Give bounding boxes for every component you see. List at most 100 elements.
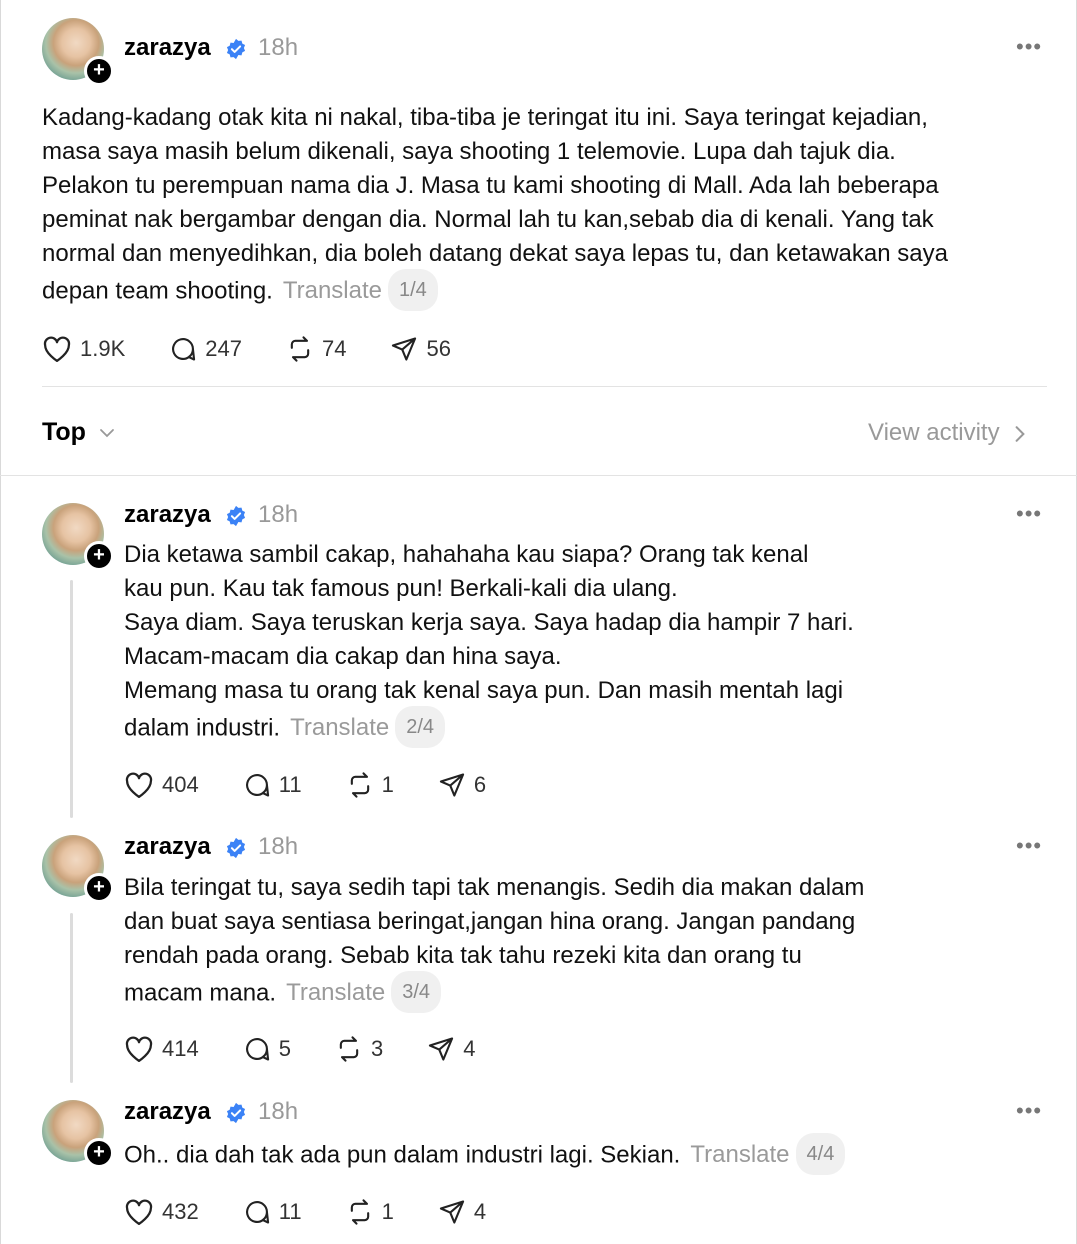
thread-line: [70, 580, 73, 818]
thread-page-badge: 1/4: [388, 269, 438, 311]
follow-plus-icon[interactable]: +: [84, 1138, 114, 1168]
reply-actions: 404 11 1 6: [124, 767, 530, 803]
repost-count: 1: [381, 772, 394, 797]
repost-icon: [350, 1199, 369, 1225]
post-time: 18h: [258, 833, 299, 860]
username[interactable]: zarazya: [124, 833, 211, 861]
reply-line: macam mana.: [124, 979, 277, 1007]
username[interactable]: zarazya: [124, 34, 211, 62]
repost-icon: [339, 1036, 359, 1062]
thread-page-badge: 4/4: [795, 1133, 846, 1175]
avatar[interactable]: +: [42, 835, 114, 903]
post-time: 18h: [258, 34, 299, 61]
thread-page-badge: 2/4: [395, 706, 446, 748]
reply-line: Saya diam. Saya teruskan kerja saya. Say…: [124, 609, 854, 636]
reply-line: Memang masa tu orang tak kenal saya pun.…: [124, 677, 844, 704]
heart-icon: [125, 1199, 153, 1225]
translate-link[interactable]: Translate: [286, 979, 385, 1006]
reply-line: dalam industri.: [124, 714, 281, 742]
repost-icon: [350, 772, 369, 798]
divider: [42, 386, 1047, 387]
view-activity-label: View activity: [868, 419, 1000, 446]
heart-icon: [125, 1036, 153, 1062]
reply-actions: 414 5 3 4: [124, 1031, 519, 1067]
more-dots-icon[interactable]: •••: [1016, 833, 1042, 859]
follow-plus-icon[interactable]: +: [84, 873, 114, 903]
like-button[interactable]: 404: [124, 771, 199, 799]
reply-line: Macam-macam dia cakap dan hina saya.: [124, 643, 562, 670]
reply-line: Bila teringat tu, saya sedih tapi tak me…: [124, 874, 865, 901]
share-button[interactable]: 4: [438, 1198, 486, 1226]
left-border: [0, 0, 1, 1244]
thread-page-badge: 3/4: [391, 971, 442, 1013]
share-button[interactable]: 56: [390, 335, 451, 363]
translate-link[interactable]: Translate: [290, 714, 389, 741]
reply-button[interactable]: 5: [243, 1035, 291, 1063]
comment-icon: [245, 774, 269, 797]
share-count: 4: [463, 1036, 476, 1061]
reply-button[interactable]: 247: [169, 335, 242, 363]
comment-icon: [172, 338, 196, 361]
share-count: 6: [473, 772, 487, 797]
repost-button[interactable]: 1: [346, 771, 394, 799]
share-button[interactable]: 4: [427, 1035, 475, 1063]
comment-icon: [245, 1038, 269, 1061]
repost-button[interactable]: 74: [286, 335, 346, 363]
reply-button[interactable]: 11: [243, 771, 302, 799]
repost-count: 3: [370, 1036, 384, 1061]
divider: [0, 475, 1077, 476]
reply-line: kau pun. Kau tak famous pun! Berkali-kal…: [124, 575, 678, 602]
more-dots-icon[interactable]: •••: [1016, 34, 1042, 60]
avatar[interactable]: +: [42, 1100, 114, 1168]
chevron-down-icon: [100, 429, 114, 438]
more-dots-icon[interactable]: •••: [1016, 501, 1042, 527]
repost-count: 74: [321, 336, 347, 361]
like-button[interactable]: 414: [124, 1035, 199, 1063]
reply-count: 11: [278, 1199, 302, 1224]
send-icon: [439, 1200, 464, 1224]
thread-line: [70, 913, 73, 1083]
verified-badge-icon: [226, 38, 246, 60]
repost-button[interactable]: 1: [346, 1198, 394, 1226]
reply-body: Dia ketawa sambil cakap, hahahaha kau si…: [124, 538, 1024, 750]
reply-count: 247: [205, 336, 242, 361]
send-icon: [429, 1037, 454, 1061]
like-button[interactable]: 1.9K: [42, 335, 125, 363]
follow-plus-icon[interactable]: +: [84, 541, 114, 571]
send-icon: [439, 773, 464, 797]
verified-badge-icon: [226, 1102, 246, 1124]
follow-plus-icon[interactable]: +: [84, 56, 114, 86]
repost-button[interactable]: 3: [335, 1035, 383, 1063]
share-count: 56: [426, 336, 451, 361]
translate-link[interactable]: Translate: [690, 1141, 789, 1168]
chevron-right-icon: [1015, 425, 1026, 442]
avatar[interactable]: +: [42, 503, 114, 571]
view-activity-link[interactable]: View activity: [868, 419, 1026, 447]
send-icon: [392, 337, 417, 361]
heart-icon: [43, 336, 71, 362]
reply-body: Oh.. dia dah tak ada pun dalam industri …: [124, 1133, 1024, 1177]
reply-actions: 432 11 1 4: [124, 1194, 530, 1230]
reply-body: Bila teringat tu, saya sedih tapi tak me…: [124, 871, 1024, 1015]
translate-link[interactable]: Translate: [283, 277, 382, 304]
username[interactable]: zarazya: [124, 1098, 211, 1126]
reply-count: 11: [278, 772, 302, 797]
like-count: 1.9K: [80, 336, 126, 361]
repost-count: 1: [381, 1199, 394, 1224]
like-count: 404: [162, 772, 199, 797]
sort-dropdown[interactable]: Top: [42, 418, 115, 447]
like-button[interactable]: 432: [124, 1198, 199, 1226]
post-actions: 1.9K 247 74 56: [42, 331, 495, 367]
verified-badge-icon: [226, 505, 246, 527]
share-button[interactable]: 6: [438, 771, 486, 799]
avatar[interactable]: +: [42, 18, 114, 86]
heart-icon: [125, 772, 153, 798]
post-body: Kadang-kadang otak kita ni nakal, tiba-t…: [42, 101, 982, 313]
username[interactable]: zarazya: [124, 501, 211, 529]
comment-icon: [245, 1201, 269, 1224]
reply-button[interactable]: 11: [243, 1198, 302, 1226]
more-dots-icon[interactable]: •••: [1016, 1098, 1042, 1124]
post-time: 18h: [258, 1098, 299, 1125]
post-time: 18h: [258, 501, 299, 528]
reply-line: Dia ketawa sambil cakap, hahahaha kau si…: [124, 541, 809, 568]
